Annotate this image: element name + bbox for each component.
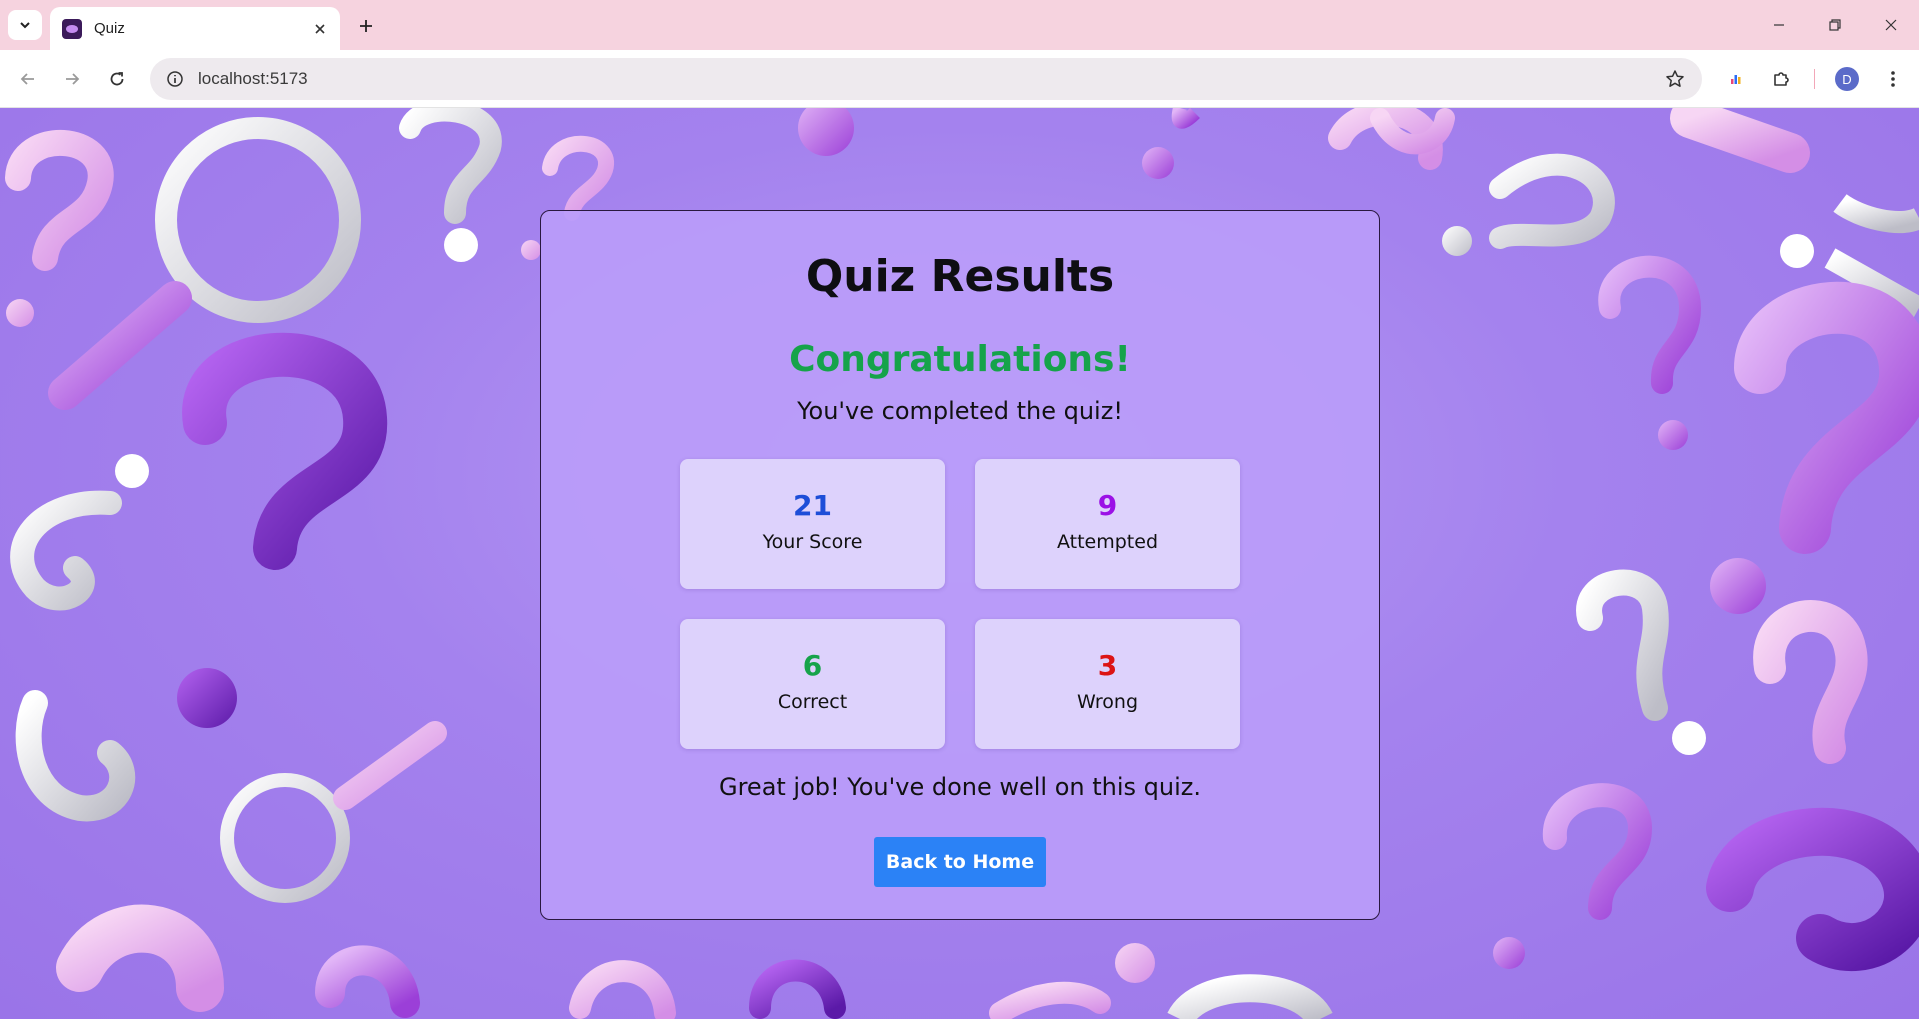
back-button[interactable] xyxy=(11,62,45,96)
toolbar-divider xyxy=(1814,69,1815,89)
reload-button[interactable] xyxy=(100,62,134,96)
window-controls xyxy=(1751,0,1919,50)
restore-icon xyxy=(1829,19,1841,31)
close-icon xyxy=(1885,19,1897,31)
page-viewport: Quiz Results Congratulations! You've com… xyxy=(0,108,1919,1019)
extension-button[interactable] xyxy=(1719,62,1753,96)
result-message: Great job! You've done well on this quiz… xyxy=(718,773,1201,801)
minimize-button[interactable] xyxy=(1751,0,1807,50)
star-icon[interactable] xyxy=(1654,58,1696,100)
tab-quiz[interactable]: Quiz xyxy=(50,7,340,50)
correct-value: 6 xyxy=(802,649,823,682)
restore-button[interactable] xyxy=(1807,0,1863,50)
puzzle-icon xyxy=(1774,72,1789,86)
tab-title: Quiz xyxy=(94,20,125,37)
results-card: Quiz Results Congratulations! You've com… xyxy=(540,210,1380,920)
stat-score: 21 Your Score xyxy=(680,459,945,589)
attempted-value: 9 xyxy=(1097,489,1118,522)
close-icon[interactable] xyxy=(310,19,330,39)
info-icon[interactable] xyxy=(154,58,196,100)
forward-button[interactable] xyxy=(55,62,89,96)
completion-text: You've completed the quiz! xyxy=(797,397,1123,425)
bar-chart-icon xyxy=(1731,75,1741,84)
score-value: 21 xyxy=(793,489,832,522)
correct-label: Correct xyxy=(777,691,848,713)
url-text[interactable]: localhost:5173 xyxy=(198,69,1654,89)
more-vert-icon xyxy=(1891,71,1895,87)
tab-search-button[interactable] xyxy=(8,10,42,40)
chevron-down-icon xyxy=(20,22,30,29)
page-title: Quiz Results xyxy=(805,251,1115,302)
favicon-icon xyxy=(62,18,82,39)
wrong-label: Wrong xyxy=(1076,691,1139,713)
arrow-left-icon xyxy=(20,73,34,85)
browser-toolbar: localhost:5173 D xyxy=(0,50,1919,108)
score-label: Your Score xyxy=(762,531,863,553)
avatar: D xyxy=(1835,67,1859,91)
profile-button[interactable]: D xyxy=(1830,62,1864,96)
attempted-label: Attempted xyxy=(1056,531,1159,553)
new-tab-button[interactable] xyxy=(352,12,380,40)
stat-correct: 6 Correct xyxy=(680,619,945,749)
menu-button[interactable] xyxy=(1876,62,1910,96)
address-bar[interactable]: localhost:5173 xyxy=(150,58,1702,100)
stat-attempted: 9 Attempted xyxy=(975,459,1240,589)
arrow-right-icon xyxy=(66,73,80,85)
reload-icon xyxy=(110,72,124,86)
close-window-button[interactable] xyxy=(1863,0,1919,50)
stat-wrong: 3 Wrong xyxy=(975,619,1240,749)
wrong-value: 3 xyxy=(1097,649,1118,682)
plus-icon xyxy=(360,20,372,32)
congrats-heading: Congratulations! xyxy=(789,339,1131,380)
back-to-home-button[interactable]: Back to Home xyxy=(874,837,1046,887)
minimize-icon xyxy=(1774,24,1784,26)
extensions-button[interactable] xyxy=(1764,62,1798,96)
tab-strip: Quiz xyxy=(0,0,1919,50)
